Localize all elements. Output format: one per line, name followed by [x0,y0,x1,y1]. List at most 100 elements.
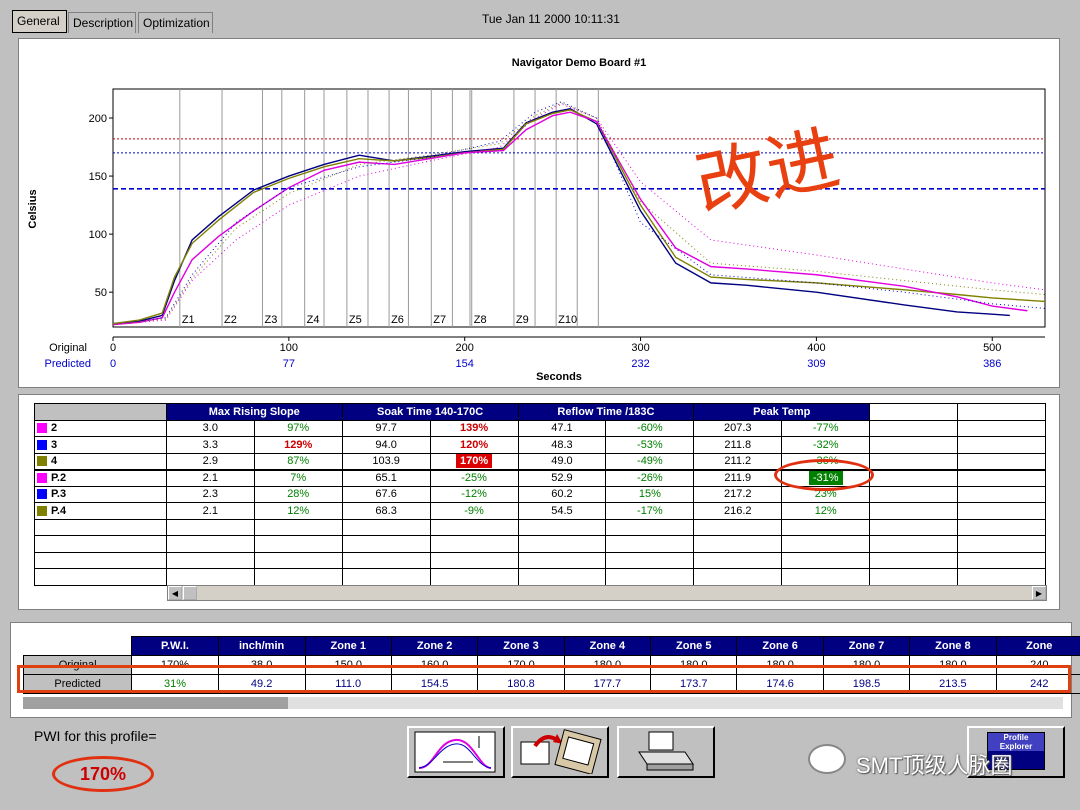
table-cell: 97.7 [341,419,431,437]
recipe-col-header[interactable]: inch/min [217,636,306,656]
zone-label: Z5 [349,314,362,326]
table-row[interactable]: 4 2.9 87% 103.9 170% 49.0 -49% 211.2 -36% [34,452,1046,470]
x-tick-label-predicted: 309 [807,358,825,370]
y-tick-label: 150 [89,171,107,183]
table-cell: 60.2 [517,485,607,503]
scroll-right-arrow-icon[interactable]: ▶ [1032,586,1046,600]
x-tick-label-original: 500 [983,342,1001,354]
table-row[interactable]: 2 3.0 97% 97.7 139% 47.1 -60% 207.3 -77% [34,419,1046,437]
table-cell: 103.9 [341,452,431,470]
table-cell: 49.0 [517,452,607,470]
table-cell: 129% [253,436,343,454]
col-soak-time[interactable]: Soak Time 140-170C [341,403,519,421]
table-cell: 2.9 [165,452,255,470]
table-cell: 52.9 [517,469,607,487]
table-row[interactable]: P.4 2.1 12% 68.3 -9% 54.5 -17% 216.2 12% [34,502,1046,520]
zone-label: Z10 [558,314,577,326]
recipe-col-header[interactable]: Zone 1 [304,636,392,656]
empty-row [34,568,1046,586]
x-tick-label-original: 300 [631,342,649,354]
empty-row [34,535,1046,553]
table-cell: 139% [429,419,519,437]
predicted-highlight-box [17,665,1071,693]
chart-panel: Navigator Demo Board #1 Celsius Seconds 50 1… [18,38,1060,388]
table-cell: 211.9 [693,469,783,487]
recipe-col-header[interactable]: Zone [995,636,1080,656]
table-cell: 170% [429,452,519,470]
recipe-scroll-thumb[interactable] [23,697,288,709]
table-cell: -49% [605,452,695,470]
x-row-label-original: Original [49,342,87,354]
zone-label: Z3 [264,314,277,326]
recipe-col-header[interactable]: Zone 7 [822,636,911,656]
profile-graph-button[interactable] [407,726,505,778]
table-cell: 87% [253,452,343,470]
zone-label: Z7 [433,314,446,326]
results-table: Max Rising Slope Soak Time 140-170C Refl… [34,403,1046,586]
table-cell: -26% [605,469,695,487]
tab-optimization[interactable]: Optimization [138,12,213,33]
y-tick-label: 200 [89,113,107,125]
row-label: P.3 [34,485,167,503]
wechat-icon [808,744,846,774]
x-tick-label-predicted: 154 [456,358,474,370]
row-label: P.2 [34,469,167,487]
table-cell: 12% [253,502,343,520]
series-swatch [37,456,47,467]
chart-title: Navigator Demo Board #1 [512,57,646,69]
x-tick-label-original: 200 [456,342,474,354]
zone-label: Z1 [182,314,195,326]
table-cell: 2.3 [165,485,255,503]
scroll-thumb[interactable] [183,586,197,600]
table-cell: 211.8 [693,436,783,454]
recipe-col-header[interactable]: Zone 8 [909,636,997,656]
tab-description[interactable]: Description [68,12,136,33]
row-label: 4 [34,452,167,470]
zone-label: Z6 [391,314,404,326]
table-cell: 211.2 [693,452,783,470]
table-cell: 68.3 [341,502,431,520]
recipe-col-header[interactable]: Zone 3 [477,636,565,656]
tab-general[interactable]: General [12,10,67,33]
table-cell: 48.3 [517,436,607,454]
profile-chart: Navigator Demo Board #1 Celsius Seconds 50 1… [27,57,1046,383]
recipe-col-header[interactable]: Zone 4 [563,636,652,656]
watermark-text: SMT顶级人脉圈 [856,753,1013,778]
table-cell: 94.0 [341,436,431,454]
col-peak-temp[interactable]: Peak Temp [693,403,871,421]
table-cell: -9% [429,502,519,520]
row-label: 3 [34,436,167,454]
recipe-col-header[interactable]: Zone 5 [650,636,738,656]
empty-row [34,518,1046,536]
table-cell: 7% [253,469,343,487]
recipe-col-header[interactable]: P.W.I. [131,636,219,656]
scroll-left-arrow-icon[interactable]: ◀ [168,586,182,600]
x-tick-label-predicted: 232 [631,358,649,370]
col-reflow-time[interactable]: Reflow Time /183C [517,403,695,421]
results-grid-panel: Max Rising Slope Soak Time 140-170C Refl… [18,394,1060,610]
table-row[interactable]: P.2 2.1 7% 65.1 -25% 52.9 -26% 211.9 -31% [34,469,1046,487]
recipe-col-header[interactable]: Zone 6 [736,636,824,656]
table-cell: -17% [605,502,695,520]
table-cell: 207.3 [693,419,783,437]
timestamp: Tue Jan 11 2000 10:11:31 [482,12,620,26]
x-tick-label-original: 400 [807,342,825,354]
x-tick-label-original: 0 [110,342,116,354]
profile-graph-icon [414,731,496,773]
grid-corner [34,403,167,421]
table-row[interactable]: 3 3.3 129% 94.0 120% 48.3 -53% 211.8 -32% [34,436,1046,454]
col-max-rising-slope[interactable]: Max Rising Slope [165,403,343,421]
grid-horizontal-scrollbar[interactable]: ◀ ▶ [167,585,1047,601]
table-row[interactable]: P.3 2.3 28% 67.6 -12% 60.2 15% 217.2 23% [34,485,1046,503]
table-cell: -60% [605,419,695,437]
table-cell: 2.1 [165,502,255,520]
recipe-col-header[interactable]: Zone 2 [390,636,479,656]
recipe-panel: P.W.I. inch/min Zone 1 Zone 2 Zone 3 Zone 4 Zo… [10,622,1080,718]
clipboard-report-button[interactable] [511,726,609,778]
recipe-horizontal-scrollbar[interactable] [23,697,1063,709]
y-tick-label: 50 [95,287,107,299]
print-button[interactable] [617,726,715,778]
zone-label: Z8 [474,314,487,326]
zone-label: Z9 [516,314,529,326]
series-swatch [37,489,47,500]
